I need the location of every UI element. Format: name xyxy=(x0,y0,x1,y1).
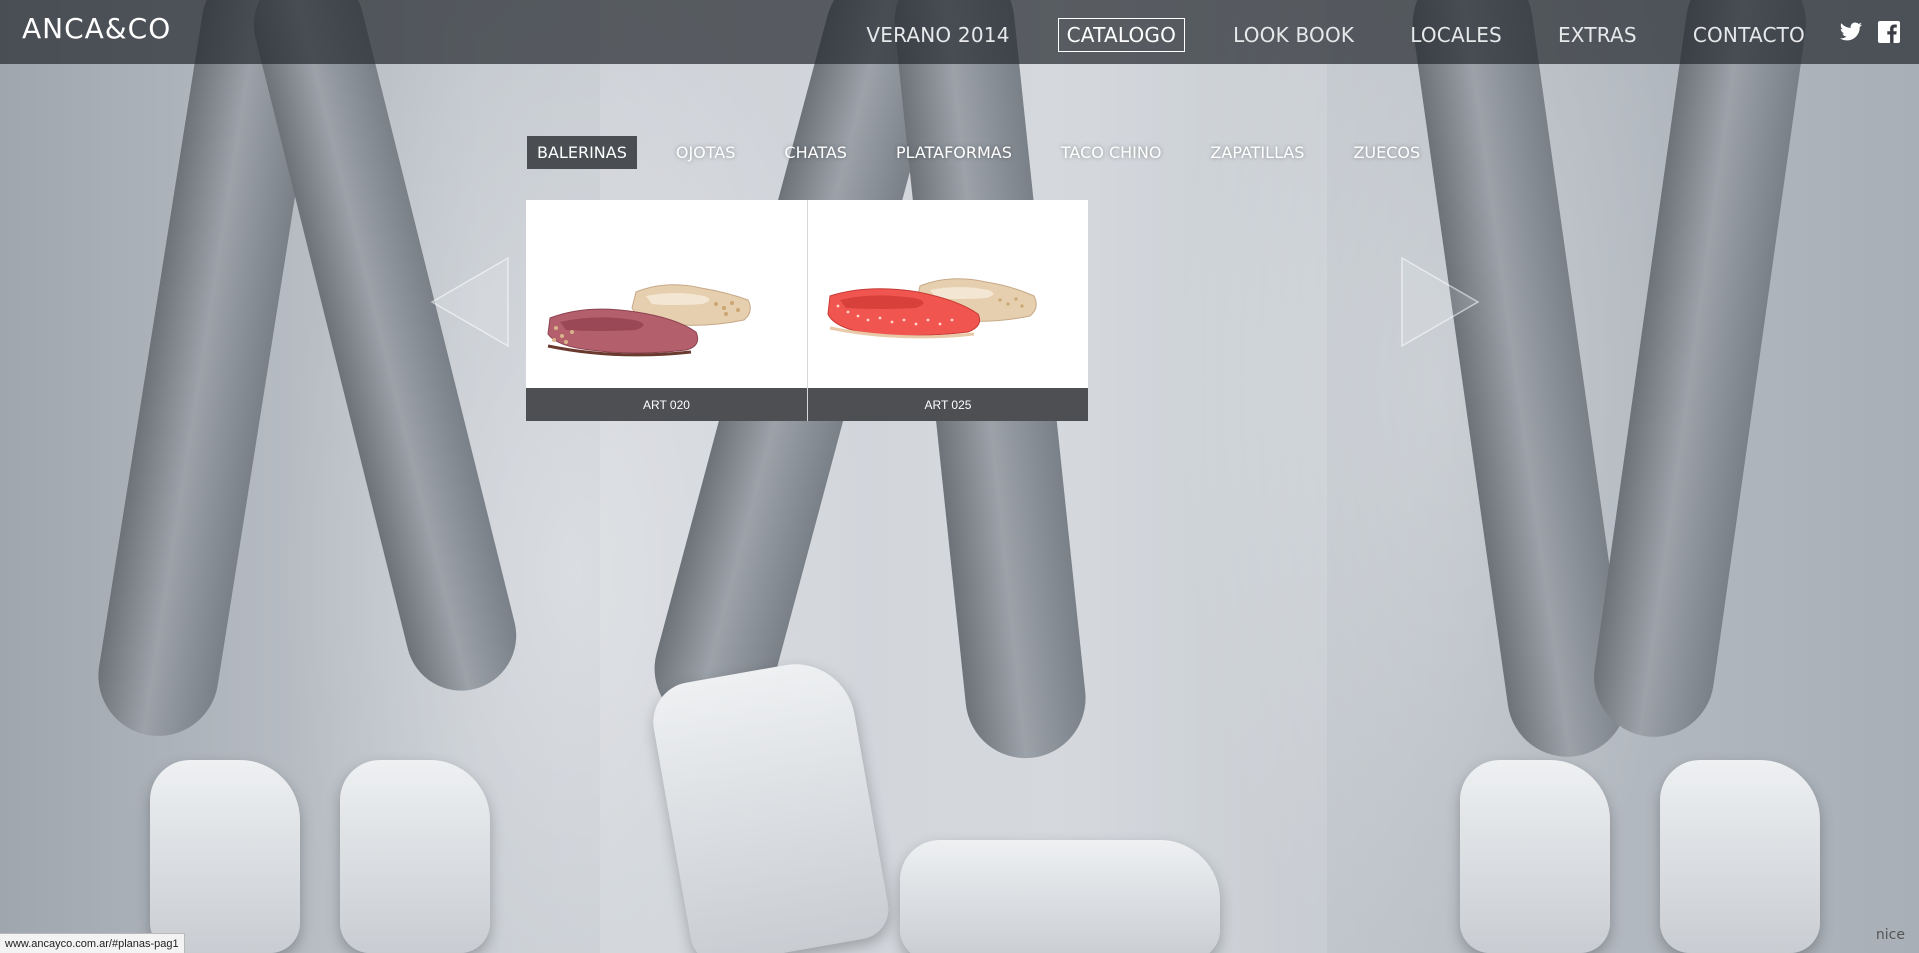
product-card[interactable]: ART 025 xyxy=(807,200,1088,421)
social-links xyxy=(1839,20,1901,44)
site-header: ANCA&CO VERANO 2014 CATALOGO LOOK BOOK L… xyxy=(0,0,1919,64)
tab-ojotas[interactable]: OJOTAS xyxy=(666,136,746,169)
tab-balerinas[interactable]: BALERINAS xyxy=(527,136,637,169)
browser-status-url: www.ancayco.com.ar/#planas-pag1 xyxy=(0,933,185,953)
product-label: ART 025 xyxy=(808,388,1088,421)
nav-item-contacto[interactable]: CONTACTO xyxy=(1685,19,1813,51)
background-leg xyxy=(1586,0,1814,745)
brand-logo[interactable]: ANCA&CO xyxy=(22,12,171,45)
product-card[interactable]: ART 020 xyxy=(526,200,807,421)
product-grid: ART 020 ART 025 xyxy=(526,200,1088,421)
background-sandal xyxy=(150,760,300,953)
tab-chatas[interactable]: CHATAS xyxy=(774,136,857,169)
main-nav: VERANO 2014 CATALOGO LOOK BOOK LOCALES E… xyxy=(818,18,1813,52)
nav-item-locales[interactable]: LOCALES xyxy=(1402,19,1510,51)
tab-zapatillas[interactable]: ZAPATILLAS xyxy=(1200,136,1314,169)
facebook-icon[interactable] xyxy=(1877,20,1901,44)
nav-item-look-book[interactable]: LOOK BOOK xyxy=(1225,19,1362,51)
nav-item-extras[interactable]: EXTRAS xyxy=(1550,19,1645,51)
category-tabs: BALERINAS OJOTAS CHATAS PLATAFORMAS TACO… xyxy=(527,136,1459,169)
tab-plataformas[interactable]: PLATAFORMAS xyxy=(886,136,1022,169)
prev-arrow-icon[interactable] xyxy=(430,256,510,348)
background-sandal xyxy=(1460,760,1610,953)
tab-zuecos[interactable]: ZUECOS xyxy=(1343,136,1430,169)
nav-item-catalogo[interactable]: CATALOGO xyxy=(1057,18,1186,52)
watermark: nice xyxy=(1875,927,1905,943)
background-sandal xyxy=(340,760,490,953)
tab-taco-chino[interactable]: TACO CHINO xyxy=(1051,136,1172,169)
background-ballerina xyxy=(900,840,1220,953)
background-sandal xyxy=(1660,760,1820,953)
next-arrow-icon[interactable] xyxy=(1400,256,1480,348)
product-image xyxy=(547,284,751,357)
background-leg xyxy=(242,0,528,703)
product-image xyxy=(827,278,1037,339)
twitter-icon[interactable] xyxy=(1839,20,1863,44)
nav-item-verano[interactable]: VERANO 2014 xyxy=(858,19,1017,51)
product-label: ART 020 xyxy=(526,388,807,421)
